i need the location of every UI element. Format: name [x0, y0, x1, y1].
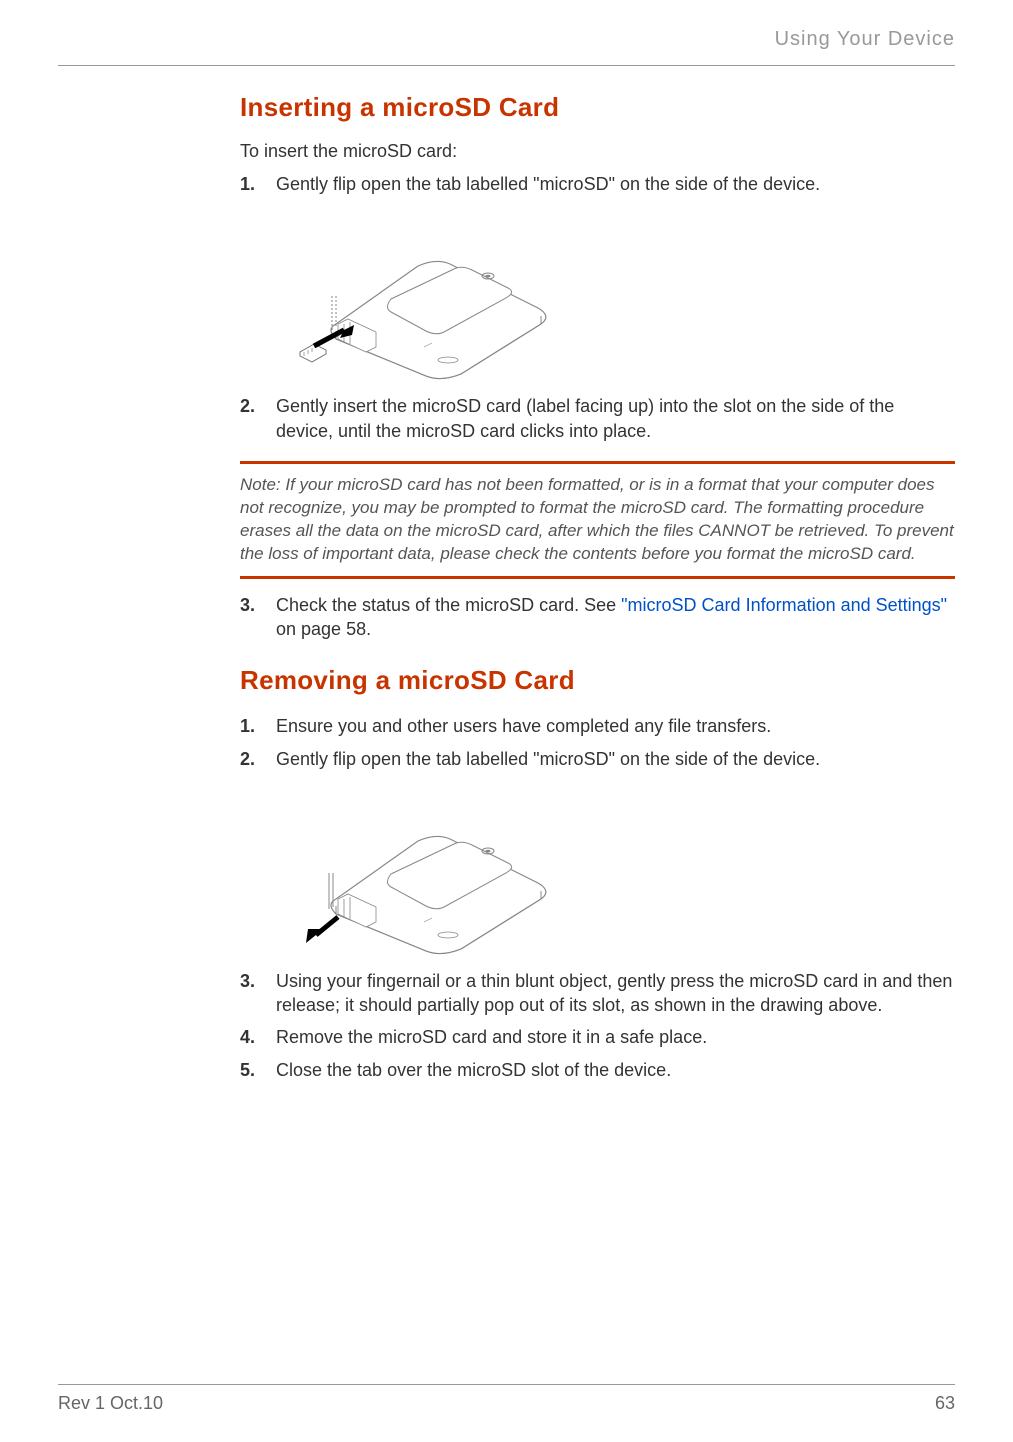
- lead-text: To insert the microSD card:: [240, 141, 955, 162]
- list-number: 3.: [240, 593, 276, 642]
- note-body: If your microSD card has not been format…: [240, 475, 954, 563]
- list-item: 3. Check the status of the microSD card.…: [240, 593, 955, 642]
- footer-revision: Rev 1 Oct.10: [58, 1393, 163, 1414]
- step-text: Check the status of the microSD card. Se…: [276, 593, 955, 642]
- device-illustration-remove: [276, 779, 955, 959]
- list-number: 2.: [240, 747, 276, 771]
- list-item: 1. Ensure you and other users have compl…: [240, 714, 955, 738]
- list-number: 2.: [240, 394, 276, 443]
- note-block: Note: If your microSD card has not been …: [240, 474, 955, 566]
- note-divider-top: [240, 461, 955, 464]
- list-number: 3.: [240, 969, 276, 1018]
- page-footer: Rev 1 Oct.10 63: [58, 1384, 955, 1414]
- cross-reference-link[interactable]: "microSD Card Information and Settings": [621, 595, 947, 615]
- footer-page-number: 63: [935, 1393, 955, 1414]
- list-item: 1. Gently flip open the tab labelled "mi…: [240, 172, 955, 196]
- step-text: Ensure you and other users have complete…: [276, 714, 955, 738]
- heading-inserting: Inserting a microSD Card: [240, 92, 955, 123]
- list-item: 2. Gently insert the microSD card (label…: [240, 394, 955, 443]
- list-number: 4.: [240, 1025, 276, 1049]
- list-item: 5. Close the tab over the microSD slot o…: [240, 1058, 955, 1082]
- step-text: Gently flip open the tab labelled "micro…: [276, 747, 955, 771]
- header-section-title: Using Your Device: [58, 28, 955, 51]
- list-number: 5.: [240, 1058, 276, 1082]
- list-item: 2. Gently flip open the tab labelled "mi…: [240, 747, 955, 771]
- list-item: 3. Using your fingernail or a thin blunt…: [240, 969, 955, 1018]
- step-text: Gently flip open the tab labelled "micro…: [276, 172, 955, 196]
- list-number: 1.: [240, 714, 276, 738]
- header-divider: [58, 65, 955, 66]
- list-item: 4. Remove the microSD card and store it …: [240, 1025, 955, 1049]
- step-text: Gently insert the microSD card (label fa…: [276, 394, 955, 443]
- step-text: Remove the microSD card and store it in …: [276, 1025, 955, 1049]
- step-text: Close the tab over the microSD slot of t…: [276, 1058, 955, 1082]
- note-divider-bottom: [240, 576, 955, 579]
- step-text: Using your fingernail or a thin blunt ob…: [276, 969, 955, 1018]
- list-number: 1.: [240, 172, 276, 196]
- heading-removing: Removing a microSD Card: [240, 665, 955, 696]
- device-illustration-insert: [276, 204, 955, 384]
- footer-divider: [58, 1384, 955, 1385]
- note-label: Note:: [240, 475, 285, 494]
